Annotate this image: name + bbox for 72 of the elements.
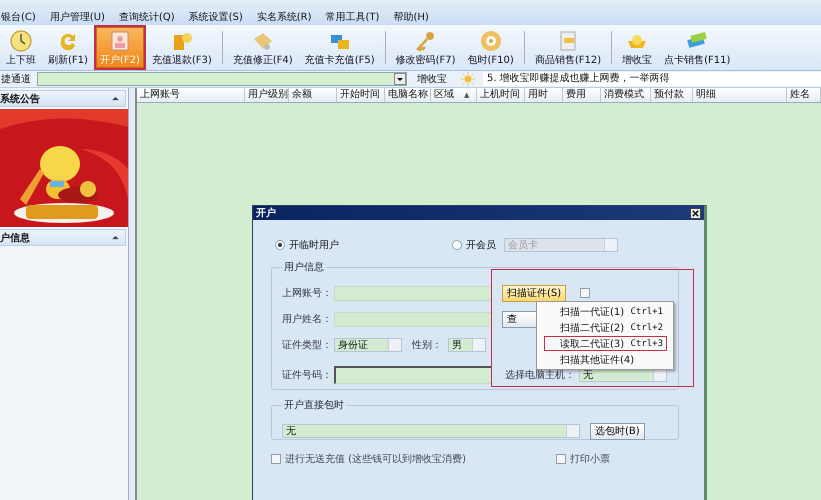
panel-header[interactable]: 系统公告 <box>0 90 126 107</box>
toolbar-button[interactable]: 充值修正(F4) <box>226 25 299 70</box>
column-header[interactable]: 明细 <box>693 88 787 102</box>
promo-label: 增收宝 <box>417 72 448 86</box>
field-label: 证件类型： <box>282 338 333 352</box>
column-header[interactable]: 电脑名称 <box>385 88 431 102</box>
sparkle-icon <box>461 72 475 86</box>
field-label: 证件号码： <box>282 369 333 382</box>
radio-label: 开临时用户 <box>289 238 339 252</box>
name-field[interactable] <box>334 312 492 326</box>
toolbar-button[interactable]: 商品销售(F12) <box>528 25 608 70</box>
menu-item[interactable]: 读取二代证(3) Ctrl+3 <box>544 336 667 351</box>
menu-item[interactable]: 查询统计(Q) <box>118 10 175 24</box>
id-type-combo[interactable]: 身份证 <box>334 338 402 352</box>
gender-combo[interactable]: 男 <box>448 338 486 352</box>
toolbar-button[interactable]: 增收宝 <box>616 25 658 70</box>
column-header[interactable]: 上机时间 <box>477 88 525 102</box>
caret-icon[interactable] <box>112 96 119 101</box>
disc-icon <box>478 29 503 53</box>
toolbar-button[interactable]: 修改密码(F7) <box>390 25 462 70</box>
checkbox[interactable] <box>580 288 590 298</box>
panel-title: 户信息 <box>0 231 30 244</box>
toolbar-button[interactable]: 充值卡充值(F5) <box>298 25 381 70</box>
panel-header[interactable]: 户信息 <box>0 229 126 246</box>
checkbox-label: 打印小票 <box>570 452 610 466</box>
group-title: 用户信息 <box>283 260 325 274</box>
toolbar-button[interactable]: 点卡销售(F11) <box>658 25 736 70</box>
radio-button[interactable] <box>452 240 462 250</box>
toolbar-button[interactable]: 包时(F10) <box>462 25 520 70</box>
menu-item[interactable]: 用户管理(U) <box>50 10 105 24</box>
column-header[interactable]: 费用 <box>563 88 601 102</box>
package-combo[interactable]: 无 <box>282 424 580 438</box>
menu-item[interactable]: 扫描一代证(1) Ctrl+1 <box>544 304 667 319</box>
dialog-title: 开户 <box>256 206 276 220</box>
quick-channel-label: 捷通道 <box>1 72 32 86</box>
choose-package-button[interactable]: 选包时(B) <box>590 422 645 440</box>
column-header[interactable]: 用时 <box>525 88 563 102</box>
checkbox[interactable] <box>271 454 281 464</box>
column-header[interactable]: 预付款 <box>651 88 693 102</box>
field-label: 选择电脑主机： <box>505 368 575 382</box>
menu-item[interactable]: 帮助(H) <box>393 10 429 24</box>
menu-item[interactable]: 系统设置(S) <box>188 10 243 24</box>
notice-text: 5. 增收宝即赚提成也赚上网费，一举两得 <box>483 72 821 86</box>
radio-button[interactable] <box>275 240 285 250</box>
menu-item[interactable]: 扫描二代证(2) Ctrl+2 <box>544 320 667 335</box>
radio-label: 开会员 <box>466 239 496 252</box>
field-label: 性别： <box>412 338 442 352</box>
id-number-field[interactable] <box>334 366 492 384</box>
toolbar-button[interactable]: 充值退款(F3) <box>146 25 218 70</box>
column-header[interactable]: 开始时间 <box>337 88 385 102</box>
toolbar-button[interactable]: 刷新(F1) <box>42 25 94 70</box>
caret-icon[interactable] <box>112 235 119 240</box>
scan-id-button[interactable]: 扫描证件(S) <box>502 284 566 302</box>
column-header[interactable]: 用户级别 <box>245 88 289 102</box>
checkbox[interactable] <box>556 454 566 464</box>
column-header[interactable]: 消费模式 <box>601 88 651 102</box>
field-label: 用户姓名： <box>282 312 333 326</box>
group-title: 开户直接包时 <box>283 398 345 412</box>
menu-item[interactable]: 常用工具(T) <box>326 10 380 24</box>
menu-item[interactable]: 扫描其他证件(4) <box>544 352 667 367</box>
field-label: 上网账号： <box>282 286 333 300</box>
clock-icon <box>9 29 33 53</box>
panel-title: 系统公告 <box>0 92 40 106</box>
account-field[interactable] <box>334 286 492 300</box>
menu-item[interactable]: 实名系统(R) <box>256 10 312 24</box>
column-header[interactable]: 姓名 <box>787 88 821 102</box>
toolbar-button[interactable]: 上下班 <box>0 25 42 70</box>
close-icon[interactable] <box>690 208 701 218</box>
checkbox-label: 进行无送充值 (这些钱可以到增收宝消费) <box>285 452 466 466</box>
column-header[interactable]: 余额 <box>289 88 337 102</box>
menu-item[interactable]: 银台(C) <box>1 10 36 24</box>
column-header[interactable]: 上网账号 <box>137 88 245 102</box>
